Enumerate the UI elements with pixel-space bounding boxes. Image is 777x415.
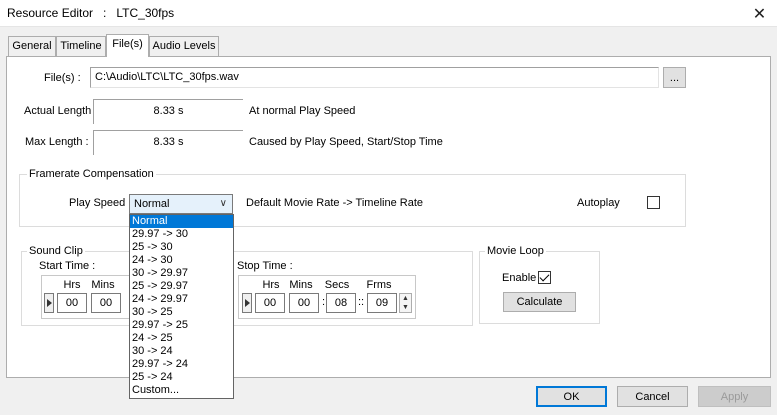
stop-play-icon[interactable]: [242, 293, 252, 313]
movie-loop-title: Movie Loop: [485, 245, 546, 257]
max-length-note: Caused by Play Speed, Start/Stop Time: [249, 136, 443, 148]
stop-hrs-header: Hrs: [262, 279, 280, 291]
calculate-button[interactable]: Calculate: [503, 292, 576, 312]
dropdown-option[interactable]: 25 -> 29.97: [130, 280, 233, 293]
start-mins-field[interactable]: 00: [91, 293, 121, 313]
actual-length-value: 8.33 s: [93, 99, 243, 124]
dropdown-option[interactable]: 30 -> 25: [130, 306, 233, 319]
dropdown-option[interactable]: 30 -> 24: [130, 345, 233, 358]
dropdown-option[interactable]: Normal: [130, 215, 233, 228]
stop-frms-spinner[interactable]: ▲ ▼: [399, 293, 412, 313]
dropdown-option[interactable]: 30 -> 29.97: [130, 267, 233, 280]
stop-mins-field[interactable]: 00: [289, 293, 319, 313]
files-input[interactable]: C:\Audio\LTC\LTC_30fps.wav: [90, 67, 659, 88]
start-hrs-field[interactable]: 00: [57, 293, 87, 313]
stop-frms-header: Frms: [366, 279, 392, 291]
stop-secs-header: Secs: [324, 279, 350, 291]
dropdown-option[interactable]: 25 -> 24: [130, 371, 233, 384]
stop-secs-frms-separator: ::: [358, 296, 365, 308]
stop-time-label: Stop Time :: [237, 260, 293, 272]
chevron-down-icon: ∨: [219, 198, 227, 209]
dropdown-option[interactable]: 25 -> 30: [130, 241, 233, 254]
dropdown-option[interactable]: 29.97 -> 24: [130, 358, 233, 371]
stop-secs-field[interactable]: 08: [326, 293, 356, 313]
stop-mins-secs-separator: :: [322, 296, 326, 308]
autoplay-checkbox[interactable]: [647, 196, 660, 209]
stop-hrs-field[interactable]: 00: [255, 293, 285, 313]
cancel-button[interactable]: Cancel: [617, 386, 688, 407]
window-title: Resource Editor : LTC_30fps: [7, 6, 175, 20]
browse-button[interactable]: ...: [663, 67, 686, 88]
start-time-label: Start Time :: [39, 260, 96, 272]
enable-checkbox[interactable]: [538, 271, 551, 284]
tab-files[interactable]: File(s): [106, 34, 149, 57]
enable-label: Enable: [502, 272, 537, 284]
actual-length-label: Actual Length: [24, 105, 92, 117]
max-length-label: Max Length :: [25, 136, 89, 148]
start-play-icon[interactable]: [44, 293, 54, 313]
dropdown-option[interactable]: Custom...: [130, 384, 233, 397]
dropdown-option[interactable]: 24 -> 25: [130, 332, 233, 345]
ok-button[interactable]: OK: [536, 386, 607, 407]
autoplay-label: Autoplay: [577, 197, 620, 209]
dropdown-option[interactable]: 29.97 -> 30: [130, 228, 233, 241]
play-speed-select[interactable]: Normal ∨: [129, 194, 233, 214]
play-speed-selected: Normal: [134, 198, 170, 210]
apply-button[interactable]: Apply: [698, 386, 771, 407]
sound-clip-title: Sound Clip: [27, 245, 85, 257]
framerate-group-title: Framerate Compensation: [27, 168, 156, 180]
default-rate-note: Default Movie Rate -> Timeline Rate: [246, 197, 423, 209]
max-length-value: 8.33 s: [93, 130, 243, 155]
dropdown-option[interactable]: 24 -> 29.97: [130, 293, 233, 306]
tab-general[interactable]: General: [8, 36, 56, 56]
dropdown-option[interactable]: 29.97 -> 25: [130, 319, 233, 332]
stop-mins-header: Mins: [289, 279, 313, 291]
close-icon[interactable]: ✕: [742, 0, 777, 27]
play-speed-dropdown[interactable]: Normal 29.97 -> 30 25 -> 30 24 -> 30 30 …: [129, 214, 234, 399]
tab-audio-levels[interactable]: Audio Levels: [149, 36, 219, 56]
play-speed-label: Play Speed: [69, 197, 126, 209]
actual-length-note: At normal Play Speed: [249, 105, 356, 117]
movie-loop-group: [479, 251, 600, 324]
files-label: File(s) :: [44, 72, 81, 84]
dropdown-option[interactable]: 24 -> 30: [130, 254, 233, 267]
start-mins-header: Mins: [91, 279, 115, 291]
stop-frms-field[interactable]: 09: [367, 293, 397, 313]
start-hrs-header: Hrs: [63, 279, 81, 291]
tab-timeline[interactable]: Timeline: [56, 36, 106, 56]
